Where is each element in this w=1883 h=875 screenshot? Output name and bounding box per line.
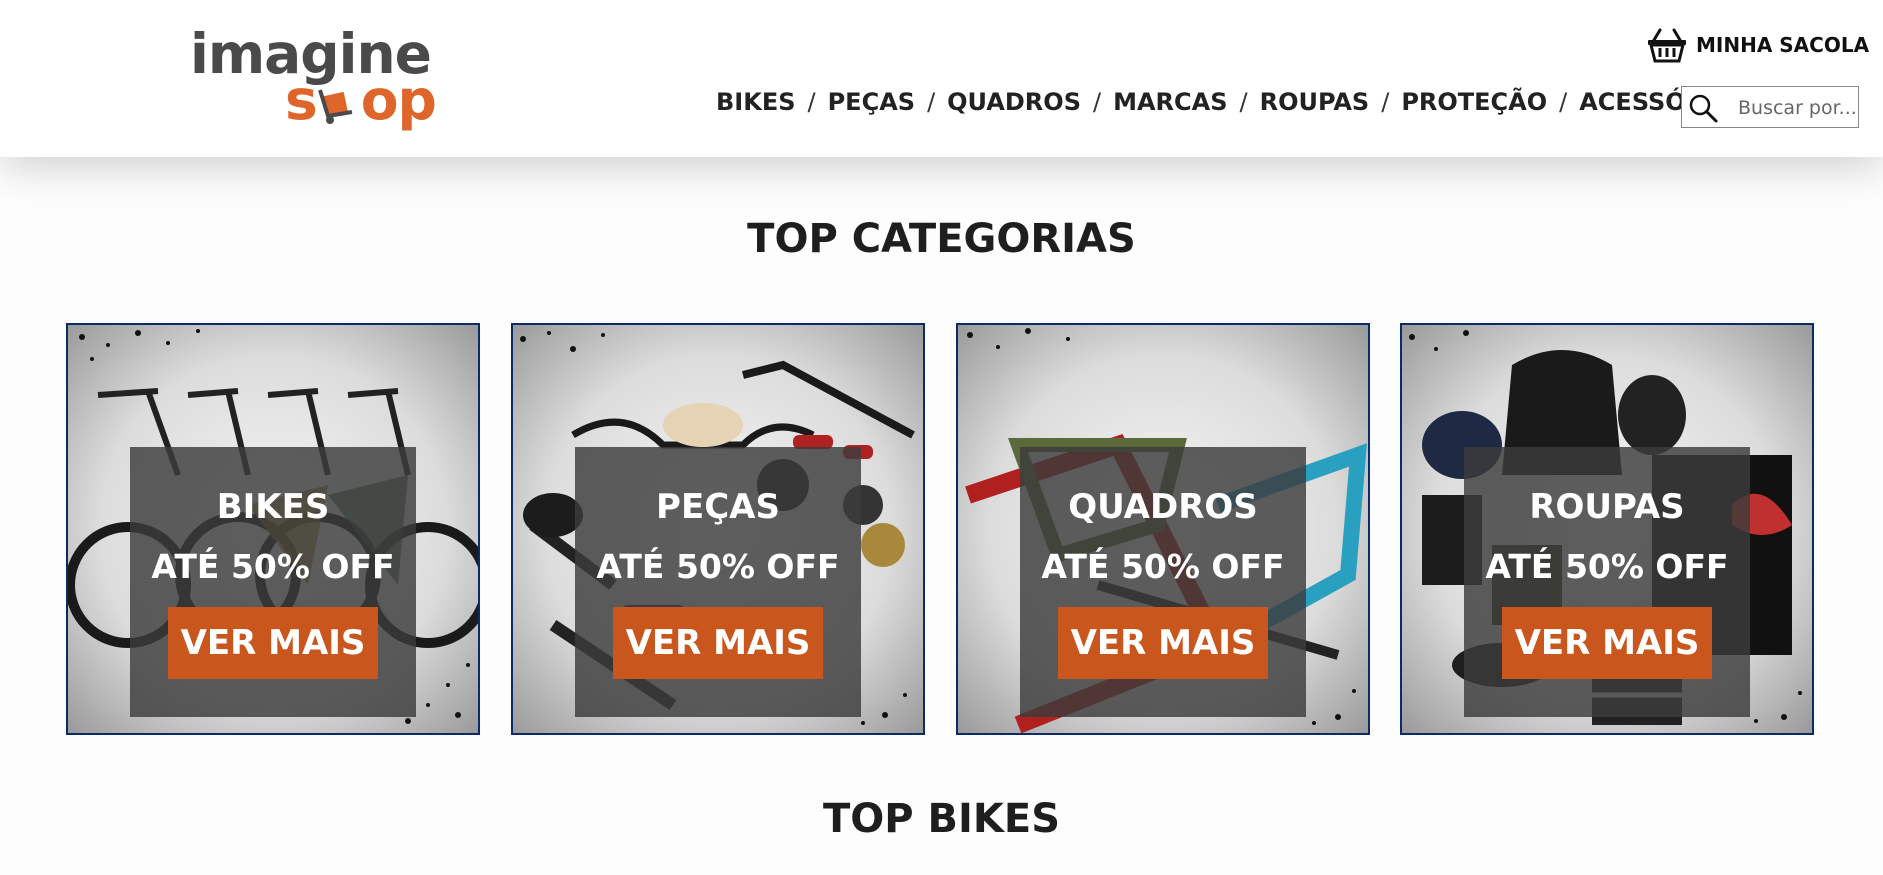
nav-item-marcas[interactable]: MARCAS [1113, 88, 1227, 116]
card-title: PEÇAS [656, 487, 780, 527]
nav-item-roupas[interactable]: ROUPAS [1260, 88, 1370, 116]
search-input[interactable] [1736, 93, 1858, 123]
nav-item-bikes[interactable]: BIKES [716, 88, 796, 116]
card-title: ROUPAS [1529, 487, 1685, 527]
nav-item-quadros[interactable]: QUADROS [947, 88, 1081, 116]
nav-separator: / [807, 88, 816, 116]
logo-letters-op: op [360, 68, 437, 132]
ver-mais-button-quadros[interactable]: VER MAIS [1058, 607, 1268, 679]
imagine-shop-logo[interactable]: imagine s op [190, 24, 450, 134]
search-box[interactable] [1681, 86, 1859, 128]
nav-separator: / [1239, 88, 1248, 116]
nav-item-protecao[interactable]: PROTEÇÃO [1401, 88, 1547, 116]
nav-separator: / [1559, 88, 1568, 116]
main-nav: BIKES / PEÇAS / QUADROS / MARCAS / ROUPA… [716, 88, 1751, 116]
nav-separator: / [1092, 88, 1102, 116]
hand-truck-icon [318, 89, 353, 124]
category-card-roupas[interactable]: ROUPAS ATÉ 50% OFF VER MAIS [1400, 323, 1814, 735]
card-promo: ATÉ 50% OFF [1485, 547, 1729, 586]
category-card-quadros[interactable]: QUADROS ATÉ 50% OFF VER MAIS [956, 323, 1370, 735]
card-promo: ATÉ 50% OFF [151, 547, 395, 586]
nav-item-pecas[interactable]: PEÇAS [828, 88, 915, 116]
ver-mais-button-bikes[interactable]: VER MAIS [168, 607, 378, 679]
site-header: imagine s op MINHA SACOLA BIKES / PEÇAS /… [0, 0, 1883, 157]
logo-letter-s: s [285, 68, 318, 132]
bag-label: MINHA SACOLA [1696, 33, 1870, 57]
nav-separator: / [1381, 88, 1390, 116]
shopping-basket-icon [1648, 28, 1686, 63]
magnifier-icon[interactable] [1688, 93, 1718, 123]
top-bikes-heading: TOP BIKES [822, 796, 1061, 842]
card-promo: ATÉ 50% OFF [596, 547, 840, 586]
card-title: BIKES [216, 487, 330, 527]
ver-mais-button-roupas[interactable]: VER MAIS [1502, 607, 1712, 679]
minha-sacola-link[interactable]: MINHA SACOLA [1646, 26, 1869, 64]
card-title: QUADROS [1068, 487, 1258, 527]
logo-word-shop: s op [285, 68, 437, 132]
category-card-bikes[interactable]: BIKES ATÉ 50% OFF VER MAIS [66, 323, 480, 735]
top-categorias-heading: TOP CATEGORIAS [747, 216, 1136, 262]
category-card-pecas[interactable]: PEÇAS ATÉ 50% OFF VER MAIS [511, 323, 925, 735]
nav-separator: / [927, 88, 936, 116]
card-promo: ATÉ 50% OFF [1041, 547, 1285, 586]
ver-mais-button-pecas[interactable]: VER MAIS [613, 607, 823, 679]
